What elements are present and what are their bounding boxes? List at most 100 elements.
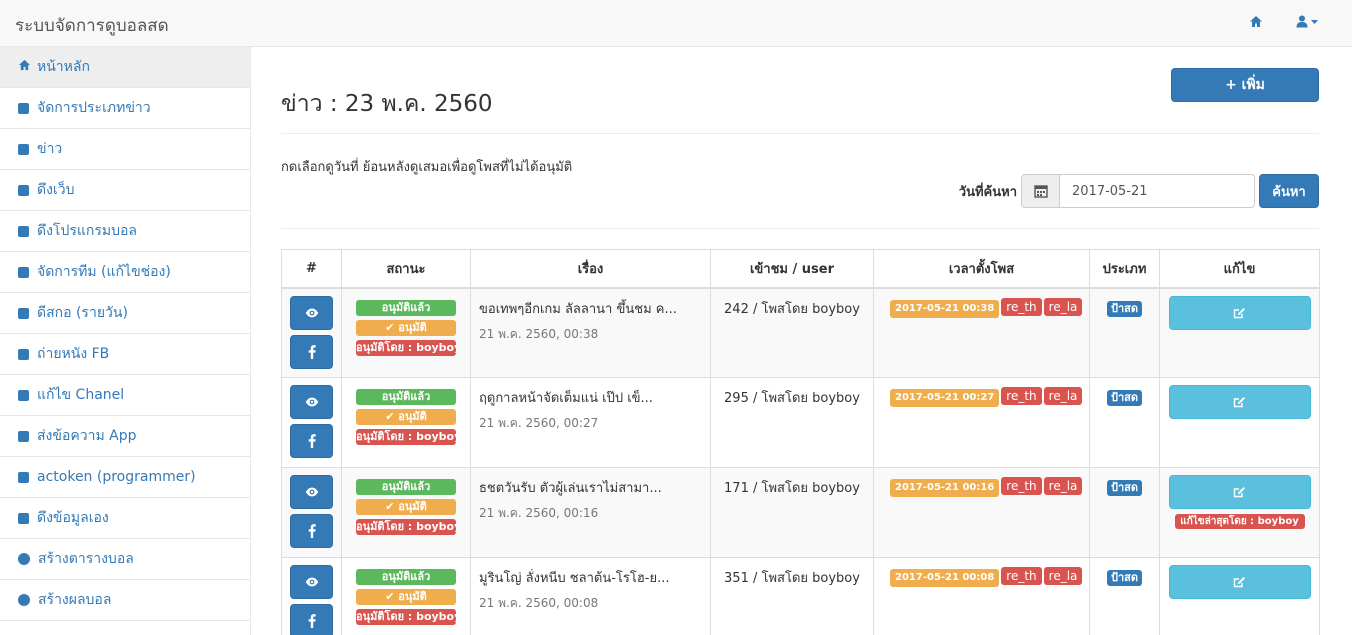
- edit-icon[interactable]: [1168, 475, 1311, 509]
- facebook-icon[interactable]: [290, 514, 333, 548]
- square-icon: [18, 184, 29, 196]
- approved-badge: อนุมัติแล้ว: [356, 569, 456, 585]
- square-icon: [18, 143, 29, 155]
- post-time-badge: 2017-05-21 00:38: [890, 299, 1000, 318]
- post-time-badge: 2017-05-21 00:16: [890, 479, 1000, 497]
- sidebar-item[interactable]: ดึงโปรแกรมบอล: [0, 211, 250, 252]
- tag-badge[interactable]: re_la: [1043, 477, 1083, 495]
- view-eye-icon[interactable]: [290, 565, 333, 599]
- view-eye-icon[interactable]: [290, 385, 333, 419]
- type-cell: ป้าสด: [1089, 557, 1160, 635]
- type-badge: ป้าสด: [1106, 570, 1143, 586]
- sidebar-item[interactable]: ดึงเว็บ: [0, 170, 250, 211]
- post-time-cell: 2017-05-21 00:16 re_th re_la: [873, 467, 1090, 558]
- type-cell: ป้าสด: [1089, 467, 1160, 558]
- sidebar-item[interactable]: สร้างผลบอล: [0, 580, 250, 621]
- search-date-input[interactable]: [1059, 174, 1255, 208]
- facebook-icon[interactable]: [290, 424, 333, 458]
- title-cell: ขอเทพๆอีกเกม ลัลลานา ขึ้นชม ค... 21 พ.ค. …: [470, 287, 711, 378]
- sidebar-item-label: actoken (programmer): [37, 469, 196, 485]
- approved-by-badge: อนุมัติโดย : boyboy: [356, 609, 456, 625]
- title-cell: มูรินโญ่ ลั่งหนีบ ชลาต้น-โรโฮ-ย... 21 พ.ค…: [470, 557, 711, 635]
- page-title: ข่าว : 23 พ.ค. 2560: [281, 91, 493, 117]
- home-icon: [18, 59, 31, 75]
- news-date: 21 พ.ค. 2560, 00:16: [479, 506, 599, 520]
- tag-badge[interactable]: re_th: [1001, 567, 1042, 585]
- row-actions: [281, 377, 342, 468]
- home-icon[interactable]: [1249, 15, 1263, 32]
- edit-icon[interactable]: [1168, 295, 1311, 330]
- sidebar-item[interactable]: ดึงข้อมูลเอง: [0, 498, 250, 539]
- status-cell: อนุมัติแล้ว ✔ อนุมัติอนุมัติโดย : boyboy: [341, 557, 471, 635]
- table-row: อนุมัติแล้ว ✔ อนุมัติอนุมัติโดย : boyboy ธ…: [281, 467, 1320, 558]
- approve-button[interactable]: ✔ อนุมัติ: [356, 409, 456, 425]
- square-icon: [18, 512, 29, 524]
- user-menu-icon[interactable]: [1296, 15, 1320, 32]
- views-cell: 351 / โพสโดย boyboy: [710, 557, 874, 635]
- approve-button[interactable]: ✔ อนุมัติ: [356, 319, 456, 336]
- edit-icon[interactable]: [1168, 565, 1311, 599]
- news-title[interactable]: ฤดูกาลหน้าจัดเต็มแน่ เป๊ป เข็...: [479, 387, 702, 408]
- status-cell: อนุมัติแล้ว ✔ อนุมัติ อนุมัติโดย : boyboy: [341, 377, 471, 468]
- tag-badge[interactable]: re_th: [1001, 477, 1042, 495]
- sidebar-item-label: สร้างตารางบอล: [38, 551, 134, 567]
- table-header-row: # สถานะ เรื่อง เข้าชม / user เวลาตั้งโพส ประเ…: [281, 249, 1320, 289]
- view-eye-icon[interactable]: [290, 295, 333, 330]
- news-date: 21 พ.ค. 2560, 00:38: [479, 326, 599, 341]
- sidebar-item[interactable]: หน้าหลัก: [0, 47, 250, 88]
- post-time-cell: 2017-05-21 00:27 re_th re_la: [873, 377, 1090, 468]
- add-button[interactable]: + เพิ่ม: [1171, 68, 1319, 102]
- post-time-cell: 2017-05-21 00:38 re_th re_la: [873, 287, 1090, 378]
- facebook-icon[interactable]: [290, 604, 333, 635]
- post-time-badge: 2017-05-21 00:08: [890, 569, 1000, 587]
- news-title[interactable]: ขอเทพๆอีกเกม ลัลลานา ขึ้นชม ค...: [479, 298, 702, 319]
- sidebar-item[interactable]: ถ่ายหนัง FB: [0, 334, 250, 375]
- sidebar-item-label: จัดการทีม (แก้ไขช่อง): [37, 264, 171, 280]
- tag-badge[interactable]: re_th: [1001, 297, 1042, 316]
- tag-badge[interactable]: re_la: [1043, 387, 1083, 405]
- view-eye-icon[interactable]: [290, 475, 333, 509]
- sidebar-item[interactable]: สร้างตารางบอล: [0, 539, 250, 580]
- sidebar-item[interactable]: ดีสกอ (รายวัน): [0, 293, 250, 334]
- calendar-icon[interactable]: [1021, 174, 1060, 208]
- app-title[interactable]: ระบบจัดการดูบอลสด: [15, 12, 169, 39]
- approve-button[interactable]: ✔ อนุมัติ: [356, 499, 456, 515]
- facebook-icon[interactable]: [290, 334, 333, 369]
- search-button[interactable]: ค้นหา: [1259, 174, 1319, 208]
- top-navbar: ระบบจัดการดูบอลสด: [0, 0, 1352, 47]
- edit-icon[interactable]: [1168, 385, 1311, 419]
- approved-by-badge: อนุมัติโดย : boyboy: [356, 519, 456, 535]
- square-icon: [18, 348, 29, 360]
- circle-icon: [18, 553, 30, 565]
- square-icon: [18, 225, 29, 237]
- type-cell: ป้าสด: [1089, 377, 1160, 468]
- sidebar-item[interactable]: จัดการทีม (แก้ไขช่อง): [0, 252, 250, 293]
- square-icon: [18, 430, 29, 442]
- row-actions: [281, 467, 342, 558]
- sidebar-item[interactable]: แก้ไข Chanel: [0, 375, 250, 416]
- news-title[interactable]: มูรินโญ่ ลั่งหนีบ ชลาต้น-โรโฮ-ย...: [479, 567, 702, 588]
- sidebar-item[interactable]: จัดการประเภทข่าว: [0, 88, 250, 129]
- tag-badge[interactable]: re_th: [1001, 387, 1042, 405]
- post-time-cell: 2017-05-21 00:08 re_th re_la: [873, 557, 1090, 635]
- table-row: อนุมัติแล้ว ✔ อนุมัติอนุมัติโดย : boyboy ม…: [281, 557, 1320, 635]
- approved-badge: อนุมัติแล้ว: [356, 479, 456, 495]
- tag-badge[interactable]: re_la: [1043, 567, 1083, 585]
- sidebar-item[interactable]: ส่งข้อความ App: [0, 416, 250, 457]
- column-header: แก้ไข: [1159, 249, 1320, 289]
- sidebar-item[interactable]: actoken (programmer): [0, 457, 250, 498]
- row-actions: [281, 287, 342, 378]
- news-date: 21 พ.ค. 2560, 00:27: [479, 416, 599, 430]
- news-title[interactable]: ธชตวันรับ ตัวผู้เล่นเราไม่สามา...: [479, 477, 702, 498]
- approve-button[interactable]: ✔ อนุมัติ: [356, 589, 456, 605]
- approved-badge: อนุมัติแล้ว: [356, 389, 456, 405]
- column-header: #: [281, 249, 342, 289]
- sidebar-item-label: ส่งข้อความ App: [37, 428, 137, 444]
- sidebar-item[interactable]: ข่าว: [0, 129, 250, 170]
- sidebar-item-label: ดึงข้อมูลเอง: [37, 510, 109, 526]
- column-header: เวลาตั้งโพส: [873, 249, 1090, 289]
- sidebar-item-label: สร้างผลบอล: [38, 592, 112, 608]
- square-icon: [18, 471, 29, 483]
- tag-badge[interactable]: re_la: [1043, 297, 1083, 316]
- views-cell: 295 / โพสโดย boyboy: [710, 377, 874, 468]
